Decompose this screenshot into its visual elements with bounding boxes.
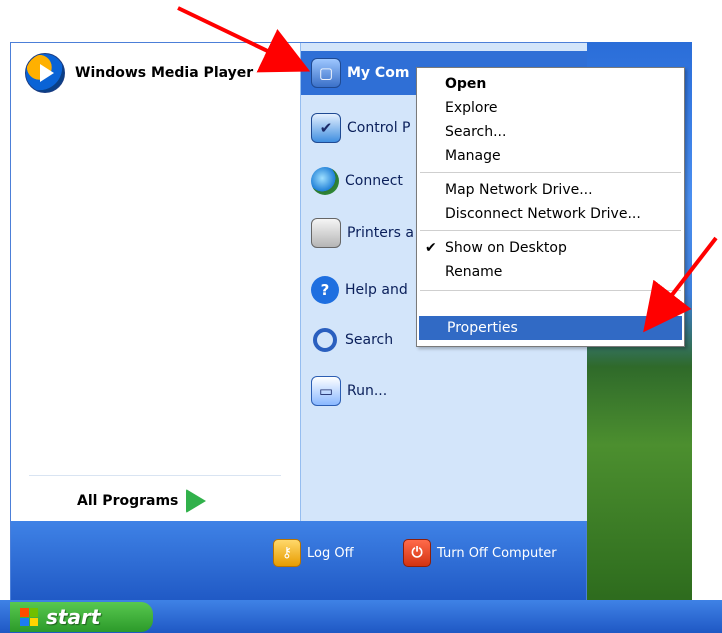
all-programs-label: All Programs (77, 493, 179, 509)
run-icon: ▭ (311, 376, 341, 406)
context-menu: Open Explore Search... Manage Map Networ… (416, 67, 685, 347)
right-item-run[interactable]: ▭ Run... (311, 376, 387, 406)
right-item-control-panel[interactable]: ✔ Control P (311, 113, 411, 143)
green-arrow-icon (186, 489, 207, 513)
pinned-program-windows-media-player[interactable]: Windows Media Player (25, 53, 253, 93)
all-programs-button[interactable]: All Programs (77, 489, 207, 513)
start-label: start (46, 605, 101, 629)
key-icon: ⚷ (273, 539, 301, 567)
ctx-item-open[interactable]: Open (417, 72, 684, 96)
windows-media-player-icon (25, 53, 65, 93)
printers-icon (311, 218, 341, 248)
control-panel-icon: ✔ (311, 113, 341, 143)
ctx-item-rename[interactable]: Rename (417, 260, 684, 284)
turn-off-label: Turn Off Computer (437, 545, 557, 561)
ctx-item-properties[interactable]: Properties (419, 316, 682, 340)
ctx-item-explore[interactable]: Explore (417, 96, 684, 120)
ctx-item-manage[interactable]: Manage (417, 144, 684, 168)
right-item-printers[interactable]: Printers a (311, 218, 414, 248)
power-icon: ⏻ (403, 539, 431, 567)
checkmark-icon: ✔ (425, 240, 437, 256)
right-item-label: Connect (345, 173, 403, 189)
left-column-divider (29, 475, 281, 476)
connect-icon (311, 167, 339, 195)
windows-flag-icon (20, 608, 38, 626)
search-icon (311, 326, 339, 354)
log-off-button[interactable]: ⚷ Log Off (273, 539, 354, 567)
right-item-label: My Com (347, 65, 410, 81)
right-item-label: Help and (345, 282, 408, 298)
right-item-search[interactable]: Search (311, 326, 393, 354)
ctx-separator (420, 290, 681, 291)
right-item-help[interactable]: ? Help and (311, 276, 408, 304)
ctx-item-show-on-desktop[interactable]: ✔ Show on Desktop (417, 236, 684, 260)
pinned-program-label: Windows Media Player (75, 65, 254, 81)
help-icon: ? (311, 276, 339, 304)
ctx-item-disconnect-network-drive[interactable]: Disconnect Network Drive... (417, 202, 684, 226)
start-menu-left-column: Windows Media Player All Programs (11, 43, 299, 521)
right-item-label: Search (345, 332, 394, 348)
my-computer-icon: ▢ (311, 58, 341, 88)
right-item-label: Run... (347, 383, 388, 399)
turn-off-computer-button[interactable]: ⏻ Turn Off Computer (403, 539, 557, 567)
log-off-label: Log Off (307, 545, 354, 561)
right-item-label: Control P (347, 120, 411, 136)
ctx-item-search[interactable]: Search... (417, 120, 684, 144)
start-menu-bottom-bar: ⚷ Log Off ⏻ Turn Off Computer (11, 521, 586, 603)
ctx-separator (420, 172, 681, 173)
ctx-item-label: Show on Desktop (445, 240, 567, 256)
right-item-label: Printers a (347, 225, 414, 241)
ctx-item-map-network-drive[interactable]: Map Network Drive... (417, 178, 684, 202)
right-item-connect[interactable]: Connect (311, 167, 403, 195)
start-button[interactable]: start (10, 602, 153, 632)
ctx-separator (420, 230, 681, 231)
